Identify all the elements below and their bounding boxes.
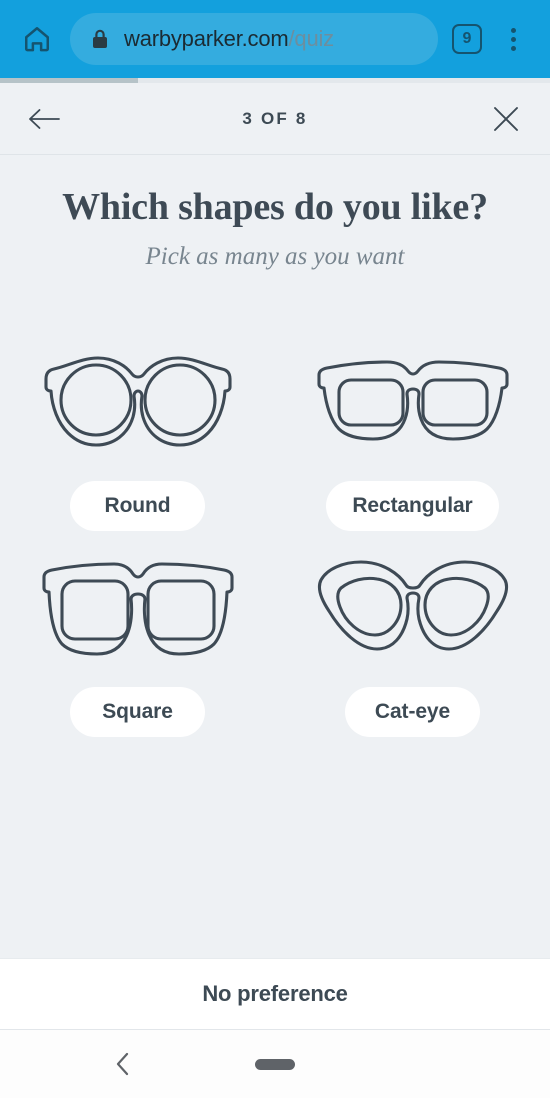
browser-toolbar: warbyparker.com/quiz 9: [0, 0, 550, 78]
no-preference-label: No preference: [202, 981, 348, 1006]
android-navigation-bar: [0, 1030, 550, 1098]
round-glasses-drawing: [43, 356, 232, 447]
overflow-menu-icon-dot: [510, 27, 516, 33]
tab-switcher-button[interactable]: 9: [452, 24, 482, 54]
square-glasses-drawing: [41, 562, 234, 656]
chevron-left-icon: [116, 1052, 129, 1076]
round-glasses-icon: [38, 349, 238, 457]
shape-option-label-rectangular[interactable]: Rectangular: [326, 481, 499, 531]
page-title: Which shapes do you like?: [62, 186, 488, 228]
url-bar[interactable]: warbyparker.com/quiz: [70, 13, 438, 65]
browser-home-button[interactable]: [14, 16, 60, 62]
phone-screen: warbyparker.com/quiz 9 3 OF 8 Which shap…: [0, 0, 550, 1098]
rectangular-glasses-icon: [313, 349, 513, 457]
url-text: warbyparker.com/quiz: [124, 26, 334, 52]
browser-menu-button[interactable]: [490, 16, 536, 62]
back-button[interactable]: [20, 95, 68, 143]
android-back-button[interactable]: [100, 1041, 146, 1087]
shape-option-cat-eye[interactable]: Cat-eye: [275, 539, 550, 737]
back-arrow-icon: [29, 108, 60, 129]
cat-eye-glasses-drawing: [317, 560, 508, 651]
overflow-menu-icon-dot: [510, 36, 516, 42]
shape-option-round[interactable]: Round: [0, 333, 275, 531]
url-domain: warbyparker.com: [124, 26, 289, 51]
quiz-header: 3 OF 8: [0, 83, 550, 155]
lock-glyph: [93, 29, 107, 48]
close-button[interactable]: [482, 95, 530, 143]
lock-icon: [90, 28, 110, 50]
no-preference-button[interactable]: No preference: [0, 958, 550, 1030]
page-subtitle: Pick as many as you want: [145, 243, 405, 270]
shape-option-label-round[interactable]: Round: [70, 481, 205, 531]
square-glasses-icon: [38, 555, 238, 663]
cat-eye-glasses-icon: [313, 555, 513, 663]
shape-option-square[interactable]: Square: [0, 539, 275, 737]
shape-option-rectangular[interactable]: Rectangular: [275, 333, 550, 531]
url-path: /quiz: [288, 26, 334, 51]
shape-option-label-cat-eye[interactable]: Cat-eye: [345, 687, 480, 737]
close-icon: [494, 106, 518, 131]
quiz-content: Which shapes do you like? Pick as many a…: [0, 155, 550, 958]
step-indicator: 3 OF 8: [242, 108, 308, 128]
gesture-home-handle[interactable]: [255, 1058, 295, 1070]
overflow-menu-icon-dot: [510, 45, 516, 51]
shape-options-grid: Round Rectangular Square Cat-eye: [0, 333, 550, 737]
rectangular-glasses-drawing: [316, 360, 509, 441]
shape-option-label-square[interactable]: Square: [70, 687, 205, 737]
home-icon: [25, 27, 49, 52]
